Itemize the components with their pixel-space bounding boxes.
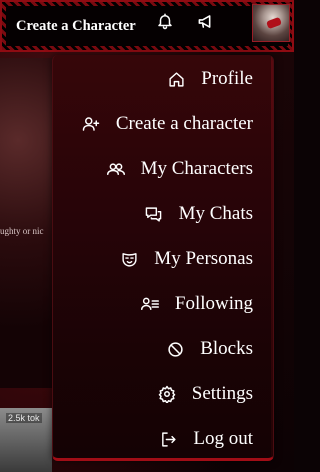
mask-icon [120, 250, 138, 268]
token-count-badge: 2.5k tok [6, 413, 42, 423]
block-icon [166, 340, 184, 358]
gear-icon [158, 385, 176, 403]
menu-item-following[interactable]: Following [140, 289, 253, 319]
character-card-snippet: ughty or nic [0, 226, 44, 236]
user-avatar[interactable] [252, 4, 290, 42]
menu-item-label: Blocks [200, 338, 253, 359]
home-icon [167, 70, 185, 88]
menu-item-blocks[interactable]: Blocks [166, 334, 253, 364]
menu-item-my-chats[interactable]: My Chats [145, 199, 253, 229]
menu-item-label: Following [174, 293, 253, 314]
menu-item-label: Log out [193, 428, 253, 449]
user-dropdown-menu: Profile Create a character My Characters [52, 55, 274, 461]
logout-icon [159, 430, 177, 448]
top-navigation-bar: Create a Character [0, 0, 294, 52]
menu-item-my-characters[interactable]: My Characters [106, 154, 253, 184]
menu-item-label: My Personas [154, 248, 253, 269]
menu-item-label: Settings [191, 383, 253, 404]
menu-item-settings[interactable]: Settings [158, 379, 253, 409]
megaphone-icon[interactable] [195, 10, 217, 32]
menu-item-label: Create a character [115, 113, 253, 134]
menu-item-label: My Characters [140, 158, 253, 179]
menu-item-label: My Chats [178, 203, 253, 224]
users-icon [106, 160, 125, 178]
menu-item-my-personas[interactable]: My Personas [120, 244, 253, 274]
user-plus-icon [82, 115, 100, 133]
user-list-icon [140, 295, 159, 313]
bell-icon[interactable] [154, 10, 176, 32]
menu-item-profile[interactable]: Profile [167, 64, 253, 94]
menu-item-log-out[interactable]: Log out [159, 424, 253, 454]
menu-item-label: Profile [201, 68, 253, 89]
chat-bubbles-icon [145, 205, 163, 223]
create-character-button[interactable]: Create a Character [16, 18, 136, 35]
menu-item-create-character[interactable]: Create a character [82, 109, 253, 139]
